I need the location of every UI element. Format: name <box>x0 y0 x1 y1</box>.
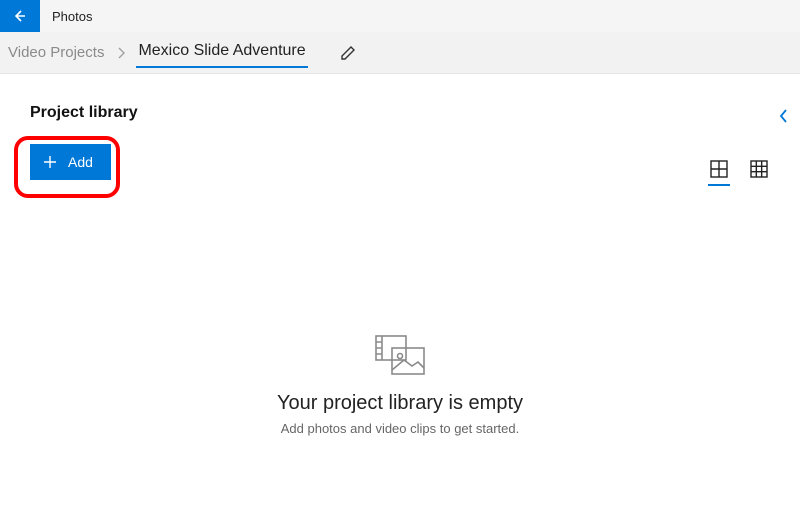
view-small-tiles-button[interactable] <box>748 160 770 178</box>
collapse-panel-button[interactable] <box>774 104 794 128</box>
pencil-icon <box>340 45 356 61</box>
grid-3x3-icon <box>750 160 768 178</box>
breadcrumb-underline <box>136 66 307 68</box>
breadcrumb-parent[interactable]: Video Projects <box>6 38 106 67</box>
view-large-tiles-button[interactable] <box>708 160 730 186</box>
plus-icon <box>42 154 58 170</box>
empty-title: Your project library is empty <box>277 392 523 415</box>
chevron-left-icon <box>778 108 790 124</box>
chevron-right-icon <box>116 47 126 59</box>
arrow-left-icon <box>12 8 28 24</box>
titlebar: Photos <box>0 0 800 32</box>
breadcrumb-current[interactable]: Mexico Slide Adventure <box>136 38 307 66</box>
empty-media-icon <box>374 334 426 376</box>
view-toggle-group <box>708 160 770 186</box>
breadcrumb: Video Projects Mexico Slide Adventure <box>0 32 800 74</box>
add-button[interactable]: Add <box>30 144 111 180</box>
section-title: Project library <box>30 104 770 122</box>
empty-subtitle: Add photos and video clips to get starte… <box>281 421 520 436</box>
content-area: Project library Add Your project libra <box>0 74 800 507</box>
rename-button[interactable] <box>334 39 362 67</box>
grid-2x2-icon <box>710 160 728 178</box>
breadcrumb-current-wrap: Mexico Slide Adventure <box>136 38 307 68</box>
app-title: Photos <box>52 9 92 24</box>
empty-state: Your project library is empty Add photos… <box>0 334 800 436</box>
back-button[interactable] <box>0 0 40 32</box>
add-button-label: Add <box>68 154 93 170</box>
